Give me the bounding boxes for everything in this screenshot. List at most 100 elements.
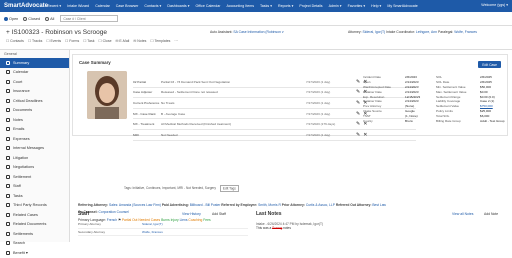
case-kv-row: County Bronx Billing Rate Group Adult - Tes… — [363, 119, 509, 124]
nav-help[interactable]: Help ▾ — [368, 4, 384, 8]
sidebar-item[interactable]: Third Party Records — [0, 201, 69, 211]
case-title: + IS100323 - Robinson vs Scrooge — [6, 29, 107, 36]
sidebar-item[interactable]: Settlements — [0, 229, 69, 239]
sidebar-item-icon — [6, 117, 10, 122]
sidebar-item[interactable]: Court — [0, 77, 69, 87]
toolbar-notes-button[interactable]: ✉ Notes — [133, 39, 146, 43]
nav-project-details[interactable]: Project Details — [296, 4, 325, 8]
toolbar-tracks-button[interactable]: ☐ Tracks — [28, 39, 42, 43]
sidebar-item[interactable]: Related Documents — [0, 220, 69, 230]
intake-coordinator-link[interactable]: Lethgore, Ann — [416, 30, 437, 34]
sidebar-item[interactable]: Tasks — [0, 191, 69, 201]
sidebar-item[interactable]: Staff — [0, 182, 69, 192]
view-all-notes-link[interactable]: View all Notes — [452, 212, 473, 216]
sidebar-section-general[interactable]: General — [0, 50, 69, 58]
attorney-link[interactable]: Sideral, Igor(T) — [363, 30, 386, 34]
toolbar-forms-button[interactable]: ☐ Forms — [65, 39, 79, 43]
user-welcome-menu[interactable]: Welcome (ygs) ▾ — [481, 3, 508, 7]
add-staff-button[interactable]: Add Staff — [212, 212, 226, 216]
note-entry[interactable]: Intake - 6/26/2024 4:47 PM by Isdemak, I… — [256, 222, 508, 230]
referring-attorney-link[interactable]: Sales: Amanda (Sources Law Firm) — [109, 203, 161, 207]
nav-favorites[interactable]: Favorites ▾ — [345, 4, 369, 8]
sidebar-item[interactable]: Notes — [0, 115, 69, 125]
edit-pencil-icon[interactable]: ✎ — [356, 111, 360, 117]
nav-admin[interactable]: Admin ▾ — [326, 4, 345, 8]
toolbar-close-button[interactable]: ☐ Close — [98, 39, 111, 43]
sidebar-item[interactable]: Internal Messages — [0, 144, 69, 154]
step-description[interactable]: Not Needed — [161, 133, 306, 137]
step-description[interactable]: Released - Settlement Done not released — [161, 90, 306, 94]
toolbar-email-button[interactable]: ✉ E-Mail — [116, 39, 130, 43]
staff-row: Primary Attorney Sideral, Igor(T) — [78, 221, 248, 229]
paid-advertising-link[interactable]: Billboard - Bill Poster — [190, 203, 221, 207]
nav-tasks[interactable]: Tasks ▾ — [257, 4, 275, 8]
staff-name-link[interactable]: Sideral, Igor(T) — [142, 222, 163, 226]
nav-dashboards[interactable]: Dashboards ▾ — [164, 4, 192, 8]
sidebar-item[interactable]: Summary — [0, 58, 69, 68]
edit-pencil-icon[interactable]: ✎ — [356, 89, 360, 95]
view-history-link[interactable]: View History — [182, 212, 201, 216]
referred-by-employee-link[interactable]: Smith, Morris R — [258, 203, 281, 207]
sidebar-item-icon — [6, 79, 10, 84]
nav-recent[interactable]: Recent ▾ — [44, 4, 64, 8]
staff-name-link[interactable]: Wolfe, Frances — [142, 230, 163, 234]
nav-my-smartadvocate[interactable]: My SmartAdvocate — [384, 4, 420, 8]
edit-pencil-icon[interactable]: ✎ — [356, 121, 360, 127]
edit-pencil-icon[interactable]: ✎ — [356, 79, 360, 85]
toolbar-contacts-button[interactable]: ☐ Contacts — [6, 39, 24, 43]
sidebar-item[interactable]: Calendar — [0, 68, 69, 78]
sidebar-item-icon — [6, 136, 10, 141]
sidebar-item-label: Emails — [13, 127, 25, 132]
nav-intake-wizard[interactable]: Intake Wizard — [64, 4, 92, 8]
nav-office-calendar[interactable]: Office Calendar — [193, 4, 224, 8]
sidebar-item-label: Documents — [13, 108, 33, 113]
nav-calendar[interactable]: Calendar — [92, 4, 113, 8]
auto-assistant-link[interactable]: SA Case Information (Robinson v — [233, 30, 283, 34]
sidebar-item[interactable]: Settlement — [0, 172, 69, 182]
step-description[interactable]: Partial 03 - 73 Demand Pack Sent Out Neg… — [161, 80, 306, 84]
case-tags: Tags: Initiative, Continues, Important, … — [124, 184, 239, 192]
radio-closed[interactable]: Closed — [23, 16, 40, 21]
sidebar-item[interactable]: Insurance — [0, 87, 69, 97]
sidebar-item[interactable]: Litigation — [0, 153, 69, 163]
toolbar-templates-button[interactable]: ☐ Templates — [150, 39, 170, 43]
toolbar-more-button[interactable]: ⋯ — [174, 39, 178, 43]
paralegal-link[interactable]: Wolfe, Frances — [454, 30, 477, 34]
sidebar-item[interactable]: Search — [0, 239, 69, 249]
toolbar-events-button[interactable]: ☐ Events — [46, 39, 61, 43]
sidebar-item-label: Benefit ▾ — [13, 251, 28, 256]
sidebar-item-label: Tasks — [13, 193, 23, 198]
sidebar-item[interactable]: Critical Deadlines — [0, 96, 69, 106]
app-logo[interactable]: SmartAdvocate — [0, 3, 48, 9]
sidebar-item[interactable]: Emails — [0, 125, 69, 135]
edit-tags-button[interactable]: Edit Tags — [219, 184, 239, 192]
radio-open[interactable]: Open — [4, 16, 18, 21]
nav-accounting-items[interactable]: Accounting Items — [223, 4, 257, 8]
sidebar-item[interactable]: Documents — [0, 106, 69, 116]
add-note-button[interactable]: Add Note — [484, 212, 498, 216]
sidebar-item[interactable]: Negotiations — [0, 163, 69, 173]
step-description[interactable]: All Medical Methods Received (Finished t… — [161, 122, 306, 126]
edit-case-button[interactable]: Edit Case — [478, 61, 501, 68]
step-description[interactable]: No Treats — [161, 101, 306, 105]
sidebar-item[interactable]: Expenses — [0, 134, 69, 144]
edit-pencil-icon[interactable]: ✎ — [356, 100, 360, 106]
edit-pencil-icon[interactable]: ✎ — [356, 132, 360, 138]
radio-unselected-icon — [45, 16, 50, 21]
step-description[interactable]: B - Average Case — [161, 112, 306, 116]
radio-selected-icon — [4, 16, 8, 21]
sidebar-item[interactable]: Related Cases — [0, 210, 69, 220]
toolbar-task-button[interactable]: ☐ Task — [83, 39, 94, 43]
nav-case-browser[interactable]: Case Browser — [113, 4, 142, 8]
nav-contacts[interactable]: Contacts ▾ — [141, 4, 164, 8]
sidebar-list: Summary Calendar Court Insurance Critical De… — [0, 58, 69, 258]
step-actions: ✎ ✕ — [356, 132, 367, 138]
case-search-input[interactable]: Case # / Client — [60, 15, 119, 22]
step-label: MX - Case Rank — [133, 111, 156, 116]
radio-all[interactable]: All — [45, 16, 54, 21]
sidebar-item[interactable]: Benefit ▾ — [0, 248, 69, 258]
delete-x-icon[interactable]: ✕ — [363, 132, 367, 138]
referred-out-attorney-link[interactable]: Best Law — [372, 203, 386, 207]
prior-attorney-link[interactable]: Curtis & Assoc, LLP — [306, 203, 335, 207]
nav-reports[interactable]: Reports ▾ — [275, 4, 296, 8]
